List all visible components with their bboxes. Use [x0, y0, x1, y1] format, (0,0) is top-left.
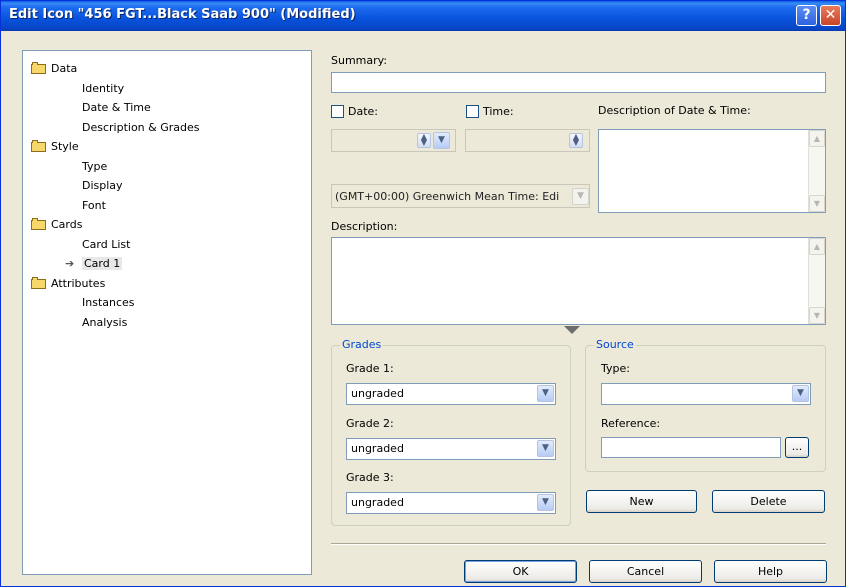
summary-input[interactable]	[331, 72, 826, 93]
tree-item-label: Style	[51, 140, 79, 153]
date-checkbox[interactable]	[331, 105, 344, 118]
folder-icon	[31, 276, 47, 289]
tree-item-label: Font	[82, 198, 106, 212]
grade-2-value: ungraded	[351, 442, 404, 455]
current-arrow-icon: ➔	[65, 257, 75, 270]
time-picker[interactable]: ▲ ▼	[465, 129, 590, 152]
tree-item-label: Attributes	[51, 276, 106, 290]
tree-item-label: Display	[82, 179, 123, 192]
summary-label: Summary:	[331, 54, 388, 67]
cancel-button[interactable]: Cancel	[589, 560, 702, 583]
source-title: Source	[594, 338, 636, 351]
vertical-scrollbar[interactable]: ▲ ▼	[808, 130, 825, 212]
delete-button[interactable]: Delete	[712, 490, 825, 513]
vertical-scrollbar[interactable]: ▲ ▼	[808, 238, 825, 324]
tree-item-label: Cards	[51, 218, 83, 231]
tree-item-cards[interactable]: Cards	[23, 215, 311, 235]
chevron-down-icon[interactable]: ▼	[537, 385, 554, 402]
date-label: Date:	[348, 105, 378, 118]
tree-item-description-grades[interactable]: Description & Grades	[23, 118, 311, 138]
date-spin-icon[interactable]: ▲ ▼	[417, 133, 431, 148]
date-time-description-label: Description of Date & Time:	[598, 104, 751, 117]
help-button[interactable]: Help	[714, 560, 827, 583]
folder-icon	[31, 140, 47, 152]
scroll-up-icon[interactable]: ▲	[809, 238, 825, 255]
scroll-down-icon[interactable]: ▼	[809, 307, 825, 324]
date-time-description-textarea[interactable]: ▲ ▼	[598, 129, 826, 213]
help-title-button[interactable]: ?	[796, 5, 817, 26]
tree-item-analysis[interactable]: Analysis	[23, 313, 311, 333]
grade-3-value: ungraded	[351, 496, 404, 509]
source-type-label: Type:	[601, 362, 630, 375]
tree-item-label: Type	[82, 159, 108, 173]
grade-1-value: ungraded	[351, 387, 404, 400]
splitter-arrow-icon[interactable]	[564, 326, 580, 334]
time-label: Time:	[483, 105, 514, 118]
tree-item-label: Card 1	[82, 257, 123, 270]
tree-item-attributes[interactable]: Attributes	[23, 274, 311, 294]
reference-label: Reference:	[601, 417, 661, 430]
tree-item-identity[interactable]: Identity	[23, 79, 311, 99]
tree-item-type[interactable]: Type	[23, 157, 311, 177]
grades-title: Grades	[340, 338, 384, 351]
tree-item-card-1[interactable]: ➔ Card 1	[23, 254, 311, 274]
grade-3-label: Grade 3:	[346, 471, 394, 484]
timezone-dropdown-icon[interactable]: ▼	[572, 188, 589, 205]
new-button[interactable]: New	[586, 490, 697, 513]
date-picker[interactable]: ▲ ▼ ▼	[331, 129, 456, 152]
source-type-select[interactable]: ▼	[601, 383, 811, 405]
browse-button[interactable]: ...	[785, 437, 809, 458]
time-checkbox[interactable]	[466, 105, 479, 118]
grade-1-label: Grade 1:	[346, 362, 394, 375]
tree-item-label: Instances	[82, 296, 135, 309]
navigation-tree[interactable]: Data Identity Date & Time Description & …	[22, 50, 312, 575]
description-textarea[interactable]: ▲ ▼	[331, 237, 826, 325]
tree-item-data[interactable]: Data	[23, 59, 311, 79]
timezone-value: (GMT+00:00) Greenwich Mean Time: Edi	[335, 190, 560, 203]
tree-item-label: Analysis	[82, 315, 128, 329]
close-button[interactable]: ✕	[820, 5, 841, 26]
separator	[331, 543, 826, 545]
edit-icon-dialog: Edit Icon "456 FGT...Black Saab 900" (Mo…	[0, 0, 846, 587]
date-dropdown-icon[interactable]: ▼	[433, 132, 450, 149]
scroll-down-icon[interactable]: ▼	[809, 195, 825, 212]
time-spin-icon[interactable]: ▲ ▼	[569, 133, 583, 148]
tree-item-label: Card List	[82, 237, 131, 251]
tree-item-display[interactable]: Display	[23, 176, 311, 196]
tree-item-font[interactable]: Font	[23, 196, 311, 216]
chevron-down-icon[interactable]: ▼	[537, 440, 554, 457]
grade-3-select[interactable]: ungraded ▼	[346, 492, 556, 514]
grade-2-select[interactable]: ungraded ▼	[346, 438, 556, 460]
scroll-up-icon[interactable]: ▲	[809, 130, 825, 147]
grade-2-label: Grade 2:	[346, 417, 394, 430]
chevron-down-icon[interactable]: ▼	[792, 385, 809, 402]
tree-item-card-list[interactable]: Card List	[23, 235, 311, 255]
tree-item-label: Data	[51, 62, 78, 75]
tree-item-label: Description & Grades	[82, 120, 200, 134]
ok-button[interactable]: OK	[464, 560, 577, 583]
title-bar[interactable]: Edit Icon "456 FGT...Black Saab 900" (Mo…	[1, 1, 845, 31]
tree-item-style[interactable]: Style	[23, 137, 311, 157]
tree-item-label: Identity	[82, 81, 125, 95]
tree-item-label: Date & Time	[82, 101, 151, 114]
reference-input[interactable]	[601, 437, 781, 458]
tree-item-instances[interactable]: Instances	[23, 293, 311, 313]
folder-icon	[31, 218, 47, 230]
tree-item-date-time[interactable]: Date & Time	[23, 98, 311, 118]
chevron-down-icon[interactable]: ▼	[537, 494, 554, 511]
timezone-select[interactable]: (GMT+00:00) Greenwich Mean Time: Edi ▼	[331, 184, 590, 208]
window-title: Edit Icon "456 FGT...Black Saab 900" (Mo…	[9, 7, 356, 22]
description-label: Description:	[331, 220, 398, 233]
folder-icon	[31, 62, 47, 74]
grade-1-select[interactable]: ungraded ▼	[346, 383, 556, 405]
